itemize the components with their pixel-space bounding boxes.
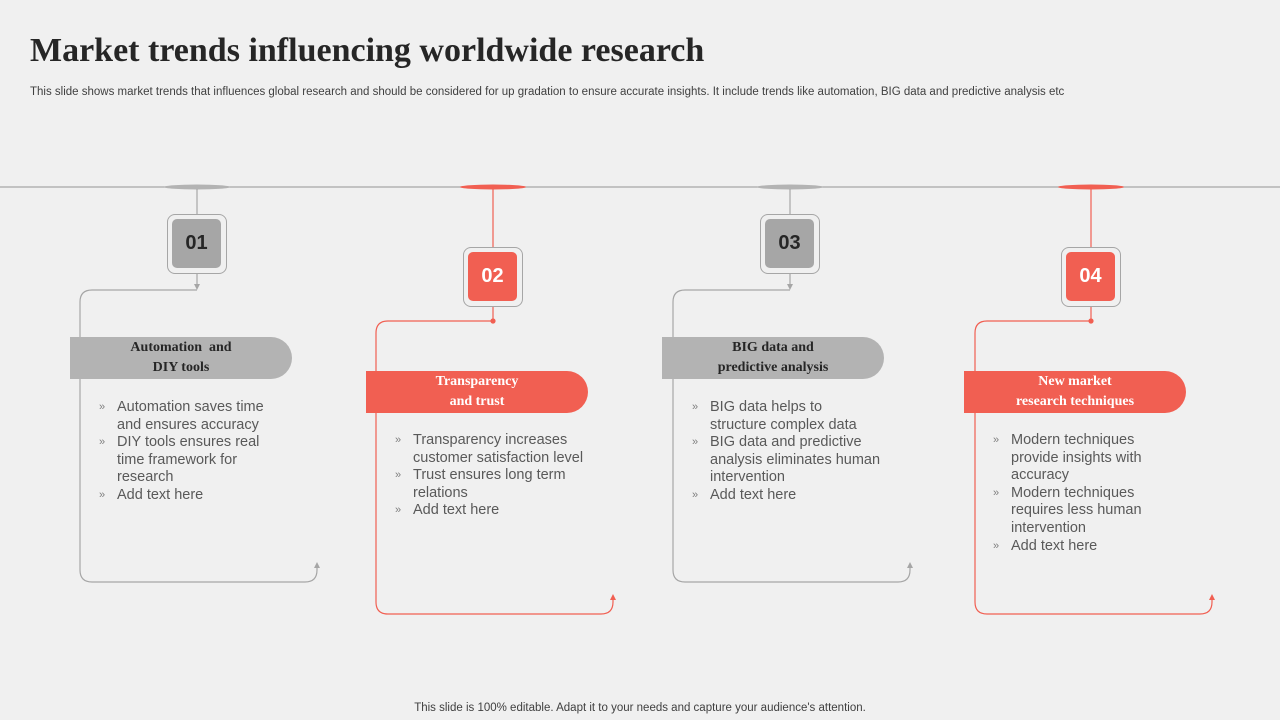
step-bullet-list: » Modern techniques provide insights with…: [993, 432, 1183, 555]
bullet-marker-icon: »: [395, 434, 402, 446]
step-number-badge: 01: [167, 214, 227, 274]
step-bullet-list: » BIG data helps to structure complex dat…: [692, 399, 882, 505]
bullet-marker-icon: »: [993, 486, 1000, 499]
step-number-badge: 03: [760, 214, 820, 274]
step-title-banner: Automation and DIY tools: [70, 337, 292, 379]
footer-note: This slide is 100% editable. Adapt it to…: [414, 702, 866, 714]
bullet-marker-icon: »: [99, 436, 106, 449]
step-bullet-list: » Transparency increases customer satisfa…: [395, 432, 585, 520]
step-title-line: Transparency: [435, 374, 519, 389]
step-title-line: DIY tools: [152, 360, 210, 375]
step-title-banner: BIG data and predictive analysis: [662, 337, 884, 379]
bullet-marker-icon: »: [692, 488, 699, 501]
list-item: » Automation saves time and ensures accur…: [99, 399, 264, 433]
step-title: New market research techniques: [1016, 372, 1134, 412]
timeline-marker-2: [460, 184, 526, 190]
step-number: 01: [172, 219, 221, 268]
timeline-marker-3: [757, 184, 823, 190]
list-item: » Add text here: [993, 537, 1098, 554]
list-item: » Modern techniques requires less human i…: [993, 484, 1142, 536]
list-item: » BIG data and predictive analysis elimin…: [692, 434, 881, 486]
step-title-line: BIG data and: [732, 340, 814, 355]
step-number-badge: 04: [1061, 247, 1121, 307]
timeline-marker-4: [1058, 184, 1124, 190]
list-item: » Trust ensures long term relations: [395, 467, 566, 501]
bullet-marker-icon: »: [692, 436, 699, 449]
step-title-line: New market: [1038, 374, 1112, 389]
bullet-marker-icon: »: [993, 539, 1000, 552]
bullet-marker-icon: »: [692, 401, 699, 413]
step-title-line: research techniques: [1015, 394, 1135, 409]
timeline-marker-1: [164, 184, 230, 190]
step-number: 03: [765, 219, 814, 268]
bullet-marker-icon: »: [395, 469, 402, 482]
list-item: » Transparency increases customer satisfa…: [395, 432, 584, 466]
step-title: Transparency and trust: [436, 372, 519, 412]
step-title-banner: New market research techniques: [964, 371, 1186, 413]
step-title-line: predictive analysis: [717, 360, 829, 375]
step-title: BIG data and predictive analysis: [718, 338, 829, 378]
step-title-banner: Transparency and trust: [366, 371, 588, 413]
list-item: » DIY tools ensures real time framework f…: [99, 434, 260, 486]
step-number-badge: 02: [463, 247, 523, 307]
step-bullet-list: » Automation saves time and ensures accur…: [99, 399, 289, 505]
step-number: 04: [1066, 252, 1115, 301]
step-title-line: and trust: [449, 394, 505, 409]
list-item: » Modern techniques provide insights with…: [993, 432, 1142, 484]
bullet-marker-icon: »: [993, 434, 1000, 446]
step-title: Automation and DIY tools: [130, 338, 231, 378]
bullet-marker-icon: »: [99, 401, 106, 413]
list-item: » BIG data helps to structure complex dat…: [692, 399, 857, 433]
step-number: 02: [468, 252, 517, 301]
step-title-line: Automation and: [130, 340, 232, 355]
bullet-marker-icon: »: [395, 504, 402, 517]
list-item: » Add text here: [395, 502, 500, 519]
list-item: » Add text here: [99, 486, 204, 503]
list-item: » Add text here: [692, 486, 797, 503]
bullet-marker-icon: »: [99, 488, 106, 501]
